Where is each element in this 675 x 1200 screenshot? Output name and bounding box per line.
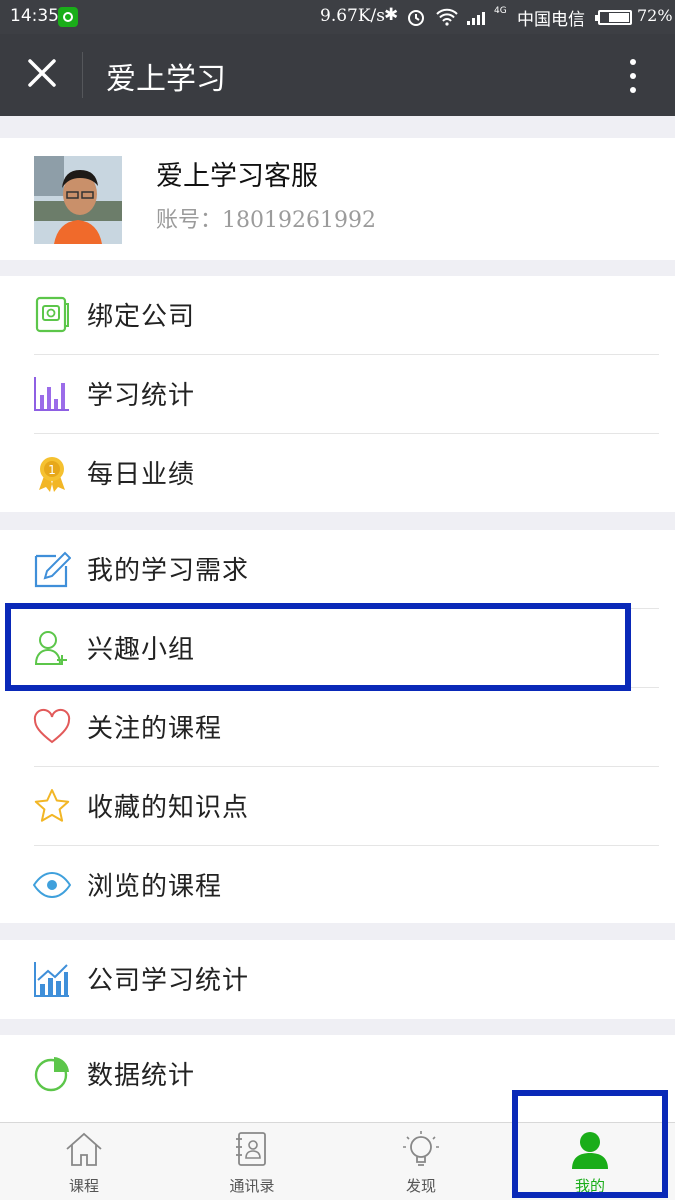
menu-item-label: 我的学习需求 <box>87 556 250 586</box>
alarm-icon <box>408 10 424 26</box>
highlight-box-interest-groups <box>5 603 631 691</box>
signal-icon <box>467 12 485 25</box>
tab-label: 通讯录 <box>229 1177 275 1195</box>
bulb-icon <box>403 1131 439 1166</box>
pie-chart-icon <box>34 1057 69 1092</box>
heart-icon <box>33 708 71 744</box>
menu-item-learning-needs[interactable]: 我的学习需求 <box>0 530 675 609</box>
menu-item-label: 浏览的课程 <box>87 872 223 902</box>
menu-item-browsed-courses[interactable]: 浏览的课程 <box>0 846 675 925</box>
menu-item-label: 绑定公司 <box>87 302 196 332</box>
menu-item-label: 每日业绩 <box>87 460 196 490</box>
menu-item-label: 关注的课程 <box>87 714 223 744</box>
more-menu-icon[interactable] <box>620 56 646 96</box>
menu-item-bind-company[interactable]: 绑定公司 <box>0 276 675 355</box>
bluetooth-icon: ✱ <box>384 5 399 25</box>
close-icon[interactable] <box>24 55 60 91</box>
profile-card[interactable]: 爱上学习客服 账号：18019261992 <box>0 138 675 260</box>
nav-bar: 爱上学习 <box>0 34 675 116</box>
battery-percent: 72% <box>637 6 673 25</box>
menu-group-learning: 我的学习需求 兴趣小组 关注的课程 收藏的知识点 浏览的课程 <box>0 530 675 923</box>
avatar[interactable] <box>34 156 122 244</box>
menu-group-work: 绑定公司 学习统计 1 每日业绩 <box>0 276 675 512</box>
contacts-icon <box>236 1132 266 1166</box>
menu-item-label: 公司学习统计 <box>87 966 250 996</box>
svg-text:1: 1 <box>48 463 56 477</box>
tab-label: 课程 <box>68 1177 99 1195</box>
notification-app-icon <box>58 7 78 27</box>
menu-item-company-stats[interactable]: 公司学习统计 <box>0 940 675 1019</box>
profile-account: 账号：18019261992 <box>156 208 376 233</box>
menu-group-company: 公司学习统计 <box>0 940 675 1019</box>
network-type: 4G <box>494 6 507 16</box>
home-icon <box>66 1132 102 1166</box>
star-icon <box>34 789 70 822</box>
status-time: 14:35 <box>10 6 59 26</box>
menu-item-label: 学习统计 <box>87 381 196 411</box>
medal-icon: 1 <box>39 457 65 492</box>
net-speed: 9.67K/s <box>320 6 386 26</box>
battery-icon <box>595 10 632 25</box>
bar-chart-icon <box>34 377 69 411</box>
menu-item-label: 数据统计 <box>87 1061 196 1091</box>
status-bar: 14:35 9.67K/s ✱ 4G 中国电信 72% <box>0 0 675 34</box>
company-icon <box>35 296 69 333</box>
menu-item-study-stats[interactable]: 学习统计 <box>0 355 675 434</box>
menu-item-daily-performance[interactable]: 1 每日业绩 <box>0 434 675 513</box>
tab-contacts[interactable]: 通讯录 <box>168 1123 336 1200</box>
page-title: 爱上学习 <box>106 62 226 97</box>
carrier-name: 中国电信 <box>517 10 585 30</box>
trend-chart-icon <box>34 962 69 997</box>
menu-item-saved-knowledge[interactable]: 收藏的知识点 <box>0 767 675 846</box>
eye-icon <box>33 871 71 899</box>
profile-name: 爱上学习客服 <box>156 161 318 192</box>
wifi-icon <box>436 8 458 26</box>
nav-divider <box>82 52 83 98</box>
menu-item-label: 收藏的知识点 <box>87 793 250 823</box>
tab-courses[interactable]: 课程 <box>0 1123 168 1200</box>
tab-discover[interactable]: 发现 <box>337 1123 505 1200</box>
edit-icon <box>34 551 71 588</box>
tab-label: 发现 <box>405 1177 436 1195</box>
menu-item-followed-courses[interactable]: 关注的课程 <box>0 688 675 767</box>
highlight-box-tab-mine <box>512 1090 668 1198</box>
